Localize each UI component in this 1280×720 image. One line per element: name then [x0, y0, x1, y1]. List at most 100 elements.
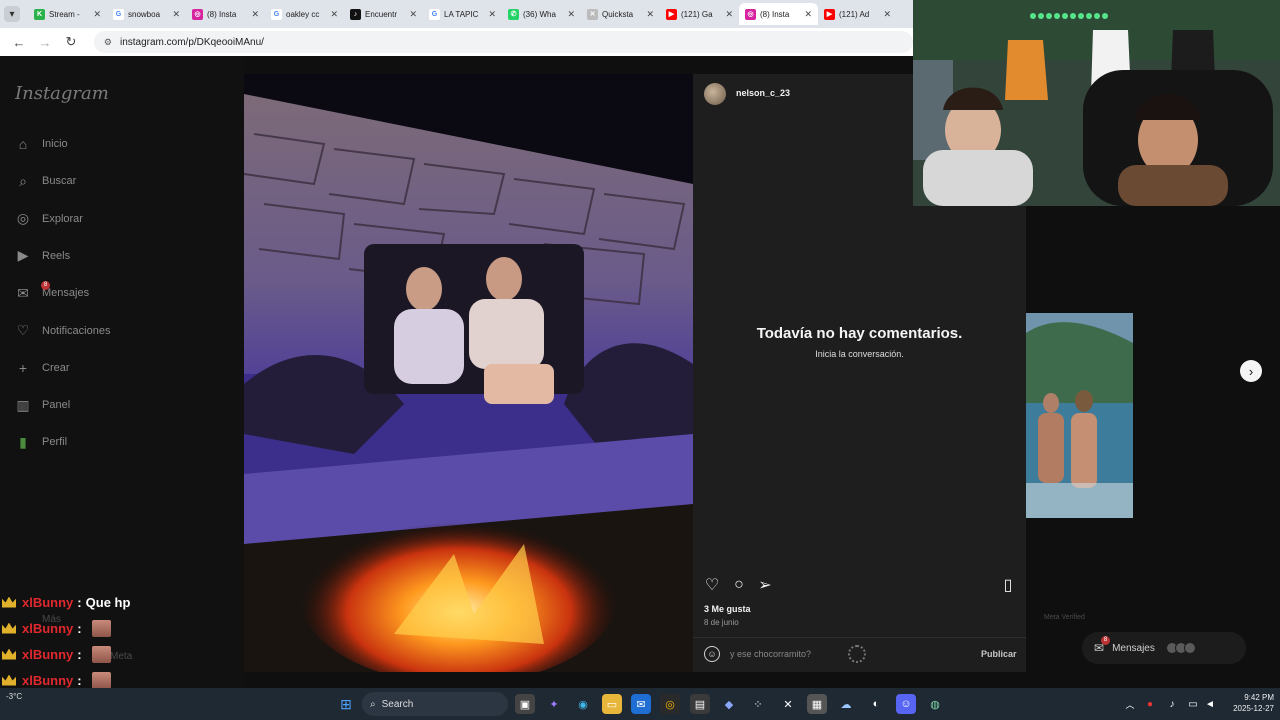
- site-info-icon[interactable]: ⚙: [104, 37, 112, 48]
- chat-username: xlBunny: [22, 646, 74, 662]
- close-tab-icon[interactable]: ✕: [488, 9, 496, 20]
- tray-app-icon[interactable]: ●: [1140, 694, 1160, 714]
- file-explorer-icon[interactable]: ▭: [602, 694, 622, 714]
- messages-floating-button[interactable]: ✉ 8 Mensajes: [1082, 632, 1246, 664]
- emoji-icon[interactable]: ☺: [704, 646, 720, 662]
- sidebar-item-label: Explorar: [42, 212, 83, 225]
- sidebar-item-reels[interactable]: ▶ Reels: [15, 246, 71, 266]
- browser-tab-strip: ▾ K Stream - ✕ Gsnowboa ✕ ◎ (8) Insta ✕ Goakley…: [0, 0, 913, 28]
- copilot-icon[interactable]: ✦: [544, 694, 564, 714]
- footer-meta-verified[interactable]: Meta Verified: [1044, 614, 1085, 621]
- search-icon: ⌕: [19, 172, 27, 189]
- share-send-icon[interactable]: ➢: [756, 576, 774, 594]
- sidebar-item-notificaciones[interactable]: ♡ Notificaciones: [15, 321, 111, 341]
- address-bar[interactable]: ⚙ instagram.com/p/DKqeooiMAnu/: [93, 31, 913, 53]
- steam-icon[interactable]: ☁: [836, 694, 856, 714]
- browser-tab[interactable]: K Stream - ✕: [28, 3, 107, 25]
- clock-time: 9:42 PM: [1244, 693, 1274, 702]
- app-grid-icon[interactable]: ⁘: [748, 694, 768, 714]
- publish-button[interactable]: Publicar: [981, 649, 1017, 659]
- google-icon: G: [429, 8, 440, 20]
- next-post-chevron-icon[interactable]: ›: [1240, 360, 1262, 382]
- microphone-icon[interactable]: ♪: [1162, 694, 1182, 714]
- browser-tab[interactable]: ♪ Encuentr ✕: [344, 3, 423, 25]
- post-date: 8 de junio: [704, 618, 739, 627]
- profile-icon: ▮: [19, 433, 27, 450]
- chrome-icon[interactable]: ◎: [660, 694, 680, 714]
- browser-tab[interactable]: ◎ (8) Insta ✕: [739, 3, 818, 25]
- close-tab-icon[interactable]: ✕: [93, 9, 101, 20]
- compass-icon: ◎: [16, 210, 30, 227]
- message-avatars: [1165, 642, 1196, 654]
- close-tab-icon[interactable]: ✕: [567, 9, 575, 20]
- task-view-icon[interactable]: ▣: [515, 694, 535, 714]
- taskbar-clock[interactable]: 9:42 PM 2025-12-27: [1224, 692, 1274, 714]
- browser-tab[interactable]: ▶ (121) Ga ✕: [660, 3, 739, 25]
- close-tab-icon[interactable]: ✕: [330, 9, 338, 20]
- chat-text: Que hp: [85, 594, 131, 610]
- sidebar-item-mensajes[interactable]: ✉ 8 Mensajes: [15, 281, 89, 303]
- browser-tab[interactable]: Gsnowboa ✕: [107, 3, 186, 25]
- notepad-icon[interactable]: ▦: [807, 694, 827, 714]
- next-post-preview[interactable]: [1026, 313, 1133, 518]
- browser-tab[interactable]: G LA TAPIC ✕: [423, 3, 502, 25]
- discord-icon[interactable]: ☺: [896, 694, 916, 714]
- bookmark-icon[interactable]: ▯: [999, 576, 1017, 594]
- likes-count[interactable]: 3 Me gusta: [704, 604, 751, 614]
- messenger-icon: ✉: [17, 284, 29, 301]
- close-tab-icon[interactable]: ✕: [883, 9, 891, 20]
- back-icon[interactable]: ←: [8, 35, 30, 50]
- browser-app-icon[interactable]: ◍: [925, 694, 945, 714]
- sidebar-item-explorar[interactable]: ◎ Explorar: [15, 209, 83, 229]
- comment-input[interactable]: y ese chocorramito?: [730, 649, 811, 659]
- close-tab-icon[interactable]: ✕: [646, 9, 654, 20]
- windows-start-icon[interactable]: ⊞: [336, 694, 356, 714]
- chat-separator: :: [77, 672, 82, 688]
- post-username[interactable]: nelson_c_23: [736, 88, 790, 98]
- like-heart-icon[interactable]: ♡: [703, 576, 721, 594]
- instagram-logo[interactable]: Instagram: [15, 83, 109, 104]
- browser-tab[interactable]: Goakley cc ✕: [265, 3, 344, 25]
- chat-emote-icon: [91, 671, 111, 689]
- close-tab-icon[interactable]: ✕: [409, 9, 417, 20]
- close-tab-icon[interactable]: ✕: [172, 9, 180, 20]
- messages-label: Mensajes: [1112, 642, 1155, 654]
- tab-title: (8) Insta: [760, 9, 790, 19]
- browser-tab[interactable]: ✕ Quicksta ✕: [581, 3, 660, 25]
- sidebar-item-inicio[interactable]: ⌂ Inicio: [15, 134, 68, 154]
- outlook-icon[interactable]: ✉: [631, 694, 651, 714]
- browser-tab[interactable]: ◎ (8) Insta ✕: [186, 3, 265, 25]
- volume-icon[interactable]: ◄: [1200, 694, 1220, 714]
- post-photo[interactable]: [244, 74, 693, 672]
- close-tab-icon[interactable]: ✕: [251, 9, 259, 20]
- sidebar-item-label: Panel: [42, 399, 71, 412]
- comment-bubble-icon[interactable]: ○: [730, 576, 748, 594]
- crown-badge-icon: [2, 596, 16, 608]
- reload-icon[interactable]: ↻: [60, 34, 82, 50]
- sidebar-item-meta-label[interactable]: Meta: [110, 651, 132, 662]
- forward-icon[interactable]: →: [34, 35, 56, 50]
- messages-badge: 8: [1101, 636, 1110, 645]
- edge-icon[interactable]: ◉: [573, 694, 593, 714]
- weather-widget[interactable]: -3°C: [6, 692, 22, 701]
- chat-message: xlBunny:: [2, 643, 111, 665]
- tools-icon[interactable]: ✕: [778, 694, 798, 714]
- tab-search-menu-button[interactable]: ▾: [4, 6, 20, 22]
- taskbar-search[interactable]: ⌕ Search: [362, 692, 508, 716]
- no-comments-title: Todavía no hay comentarios.: [756, 325, 963, 342]
- store-icon[interactable]: ▤: [690, 694, 710, 714]
- sidebar-item-buscar[interactable]: ⌕ Buscar: [15, 171, 76, 191]
- sidebar-item-crear[interactable]: + Crear: [15, 358, 70, 378]
- browser-toolbar: ← → ↻ ⚙ instagram.com/p/DKqeooiMAnu/: [0, 28, 913, 56]
- browser-tab[interactable]: ✆ (36) Wha ✕: [502, 3, 581, 25]
- tab-title: snowboa: [128, 9, 161, 19]
- app-icon[interactable]: ◆: [719, 694, 739, 714]
- close-tab-icon[interactable]: ✕: [804, 9, 812, 20]
- avatar[interactable]: [704, 83, 726, 105]
- close-tab-icon[interactable]: ✕: [725, 9, 733, 20]
- browser-tab[interactable]: ▶ (121) Ad ✕: [818, 3, 897, 25]
- obs-icon[interactable]: ◐: [866, 694, 886, 714]
- sidebar-item-perfil[interactable]: ▮ Perfil: [15, 432, 67, 452]
- tray-chevron-icon[interactable]: ︿: [1120, 694, 1140, 714]
- sidebar-item-panel[interactable]: ▥ Panel: [15, 395, 70, 415]
